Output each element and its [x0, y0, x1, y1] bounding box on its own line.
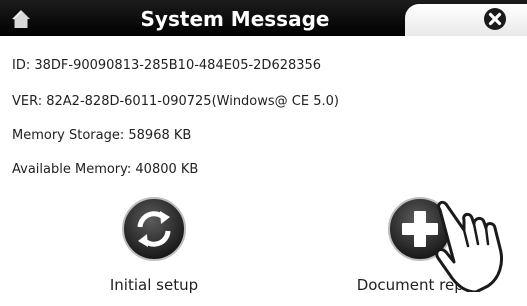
device-id: ID: 38DF-90090813-285B10-484E05-2D628356: [12, 58, 322, 73]
title-bar: System Message: [0, 0, 527, 36]
initial-setup-label: Initial setup: [109, 276, 199, 294]
available-memory: Available Memory: 40800 KB: [12, 162, 199, 177]
pointing-hand-icon: [435, 200, 503, 292]
initial-setup-action[interactable]: Initial setup: [102, 196, 206, 294]
memory-storage: Memory Storage: 58968 KB: [12, 128, 192, 143]
close-icon: [484, 8, 506, 30]
initial-setup-button[interactable]: [121, 196, 187, 262]
version-info: VER: 82A2-828D-6011-090725(Windows@ CE 5…: [12, 94, 339, 109]
close-button[interactable]: [482, 6, 508, 32]
dialog-title: System Message: [140, 7, 330, 31]
refresh-icon: [122, 197, 186, 261]
